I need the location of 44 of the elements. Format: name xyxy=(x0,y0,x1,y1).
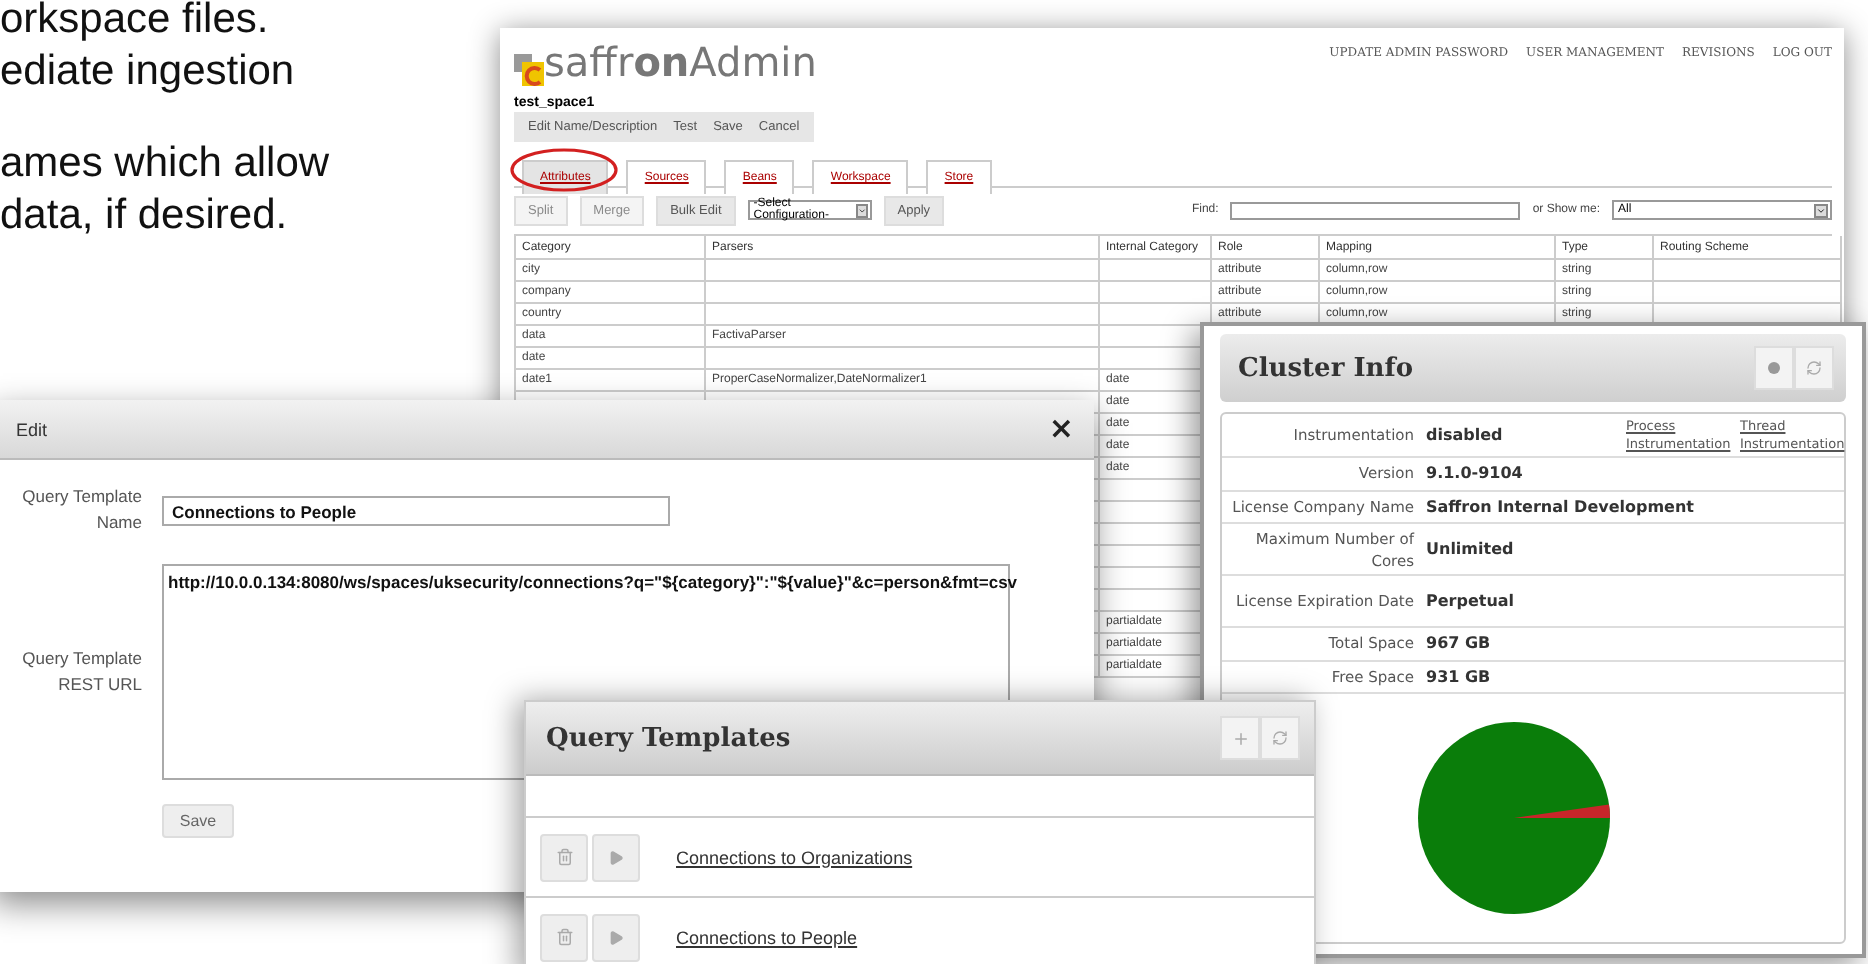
input-field[interactable]: Connections to People xyxy=(162,495,670,525)
plus-icon xyxy=(1231,729,1249,747)
panel-title: Query Templates xyxy=(546,723,791,753)
refresh-button[interactable] xyxy=(1260,716,1300,760)
info-value: disabled xyxy=(1426,426,1503,444)
save-button[interactable]: Save xyxy=(162,804,234,838)
dialog-title: Edit xyxy=(16,419,48,439)
slide-text-line: orkspace files. xyxy=(0,0,271,46)
add-button[interactable] xyxy=(1220,716,1260,760)
dropdown-arrow-icon xyxy=(1814,203,1828,217)
info-value: 967 GB xyxy=(1426,634,1491,653)
field-label: Query Template Name xyxy=(20,484,142,536)
logo-icon xyxy=(514,54,544,86)
run-button[interactable] xyxy=(592,913,640,961)
slide-text-line: data, if desired. xyxy=(0,190,290,242)
template-link[interactable]: Connections to Organizations xyxy=(676,847,913,867)
field-label: Query Template REST URL xyxy=(20,646,142,698)
info-button[interactable] xyxy=(1754,346,1794,390)
info-value: Unlimited xyxy=(1426,540,1514,558)
run-button[interactable] xyxy=(592,833,640,881)
empty-table-cell xyxy=(1100,260,1212,282)
refresh-icon xyxy=(1806,360,1822,376)
delete-button[interactable] xyxy=(540,913,588,961)
slide-text-line: ames which allow xyxy=(0,138,330,190)
trash-icon xyxy=(555,848,573,866)
trash-icon xyxy=(555,928,573,946)
find-field[interactable] xyxy=(1230,201,1521,219)
info-value: 9.1.0-9104 xyxy=(1426,464,1523,483)
info-value: 931 GB xyxy=(1426,667,1491,686)
delete-button[interactable] xyxy=(540,833,588,881)
dot-icon xyxy=(1768,362,1780,374)
refresh-icon xyxy=(1272,730,1288,746)
play-icon xyxy=(608,849,624,865)
empty-table-cell xyxy=(1100,282,1212,304)
slide-text-line: ediate ingestion xyxy=(0,46,297,98)
info-value: Saffron Internal Development xyxy=(1426,497,1695,516)
app-logo: saffronAdmin xyxy=(544,38,817,86)
dropdown-arrow-icon xyxy=(855,203,868,217)
close-button[interactable]: × xyxy=(1048,414,1074,444)
panel-title: Cluster Info xyxy=(1238,353,1414,383)
play-icon xyxy=(608,929,624,945)
refresh-button[interactable] xyxy=(1794,346,1834,390)
template-link[interactable]: Connections to People xyxy=(676,927,858,947)
info-value: Perpetual xyxy=(1426,592,1515,610)
